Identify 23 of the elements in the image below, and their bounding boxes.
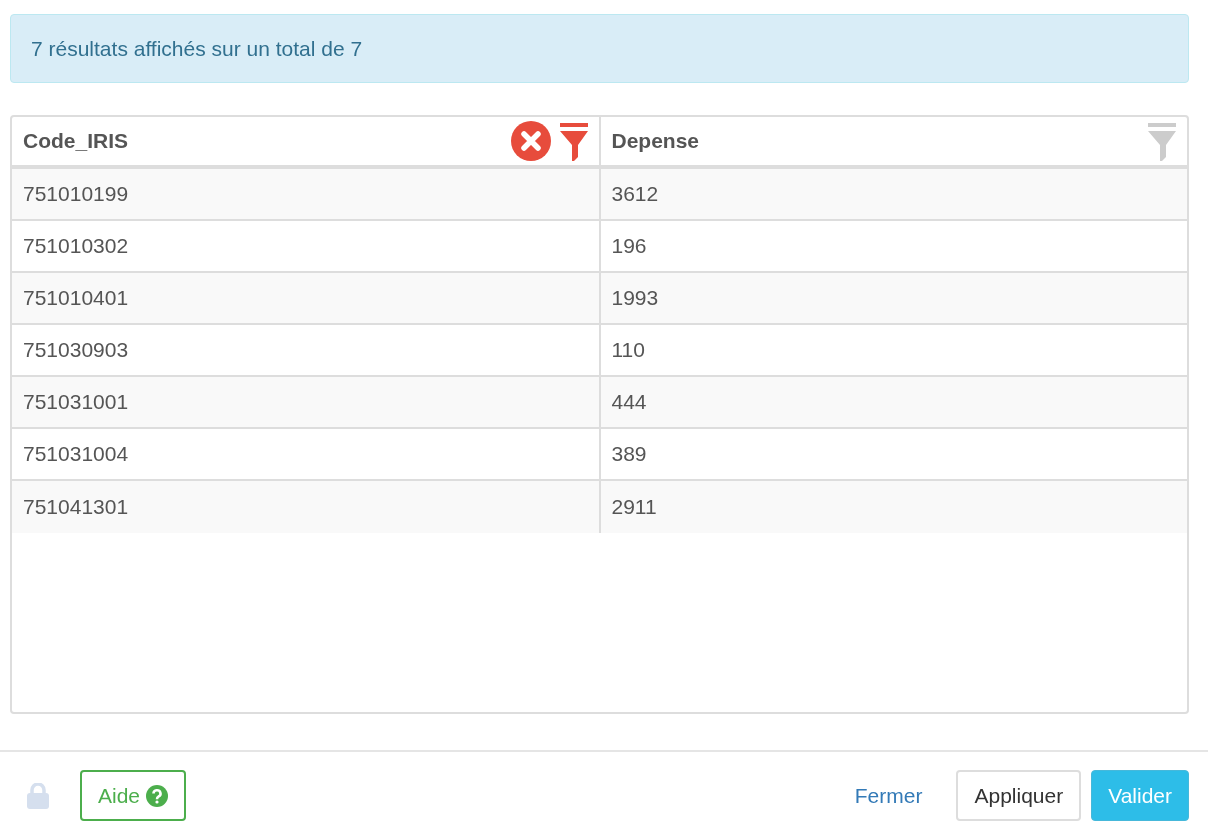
- table-cell: 110: [598, 325, 1187, 375]
- apply-button[interactable]: Appliquer: [956, 770, 1082, 821]
- table-cell-text: 751010401: [22, 285, 130, 312]
- help-icon: [146, 784, 169, 807]
- table-cell-text: 751010199: [22, 181, 130, 208]
- table-cell: 1993: [598, 273, 1187, 323]
- table-cell: 2911: [598, 481, 1187, 533]
- table-cell: 444: [598, 377, 1187, 427]
- column-header: Code_IRIS: [23, 128, 129, 155]
- table-cell-text: 751030903: [22, 337, 130, 364]
- column-header: Depense: [611, 128, 700, 155]
- filter-icon[interactable]: [558, 121, 589, 161]
- clear-filter-icon[interactable]: [510, 121, 551, 161]
- table-cell-text: 751041301: [22, 494, 130, 521]
- table-cell: 389: [598, 429, 1187, 479]
- table-cell-text: 751010302: [22, 233, 130, 260]
- table-cell-text: 751031001: [22, 389, 130, 416]
- table-cell-text: 751031004: [22, 441, 130, 468]
- table-cell: 3612: [598, 169, 1187, 219]
- close-link[interactable]: Fermer: [838, 770, 939, 821]
- table-cell: 196: [598, 221, 1187, 271]
- help-button[interactable]: Aide: [80, 770, 187, 821]
- results-count-text: 7 résultats affichés sur un total de 7: [31, 35, 363, 62]
